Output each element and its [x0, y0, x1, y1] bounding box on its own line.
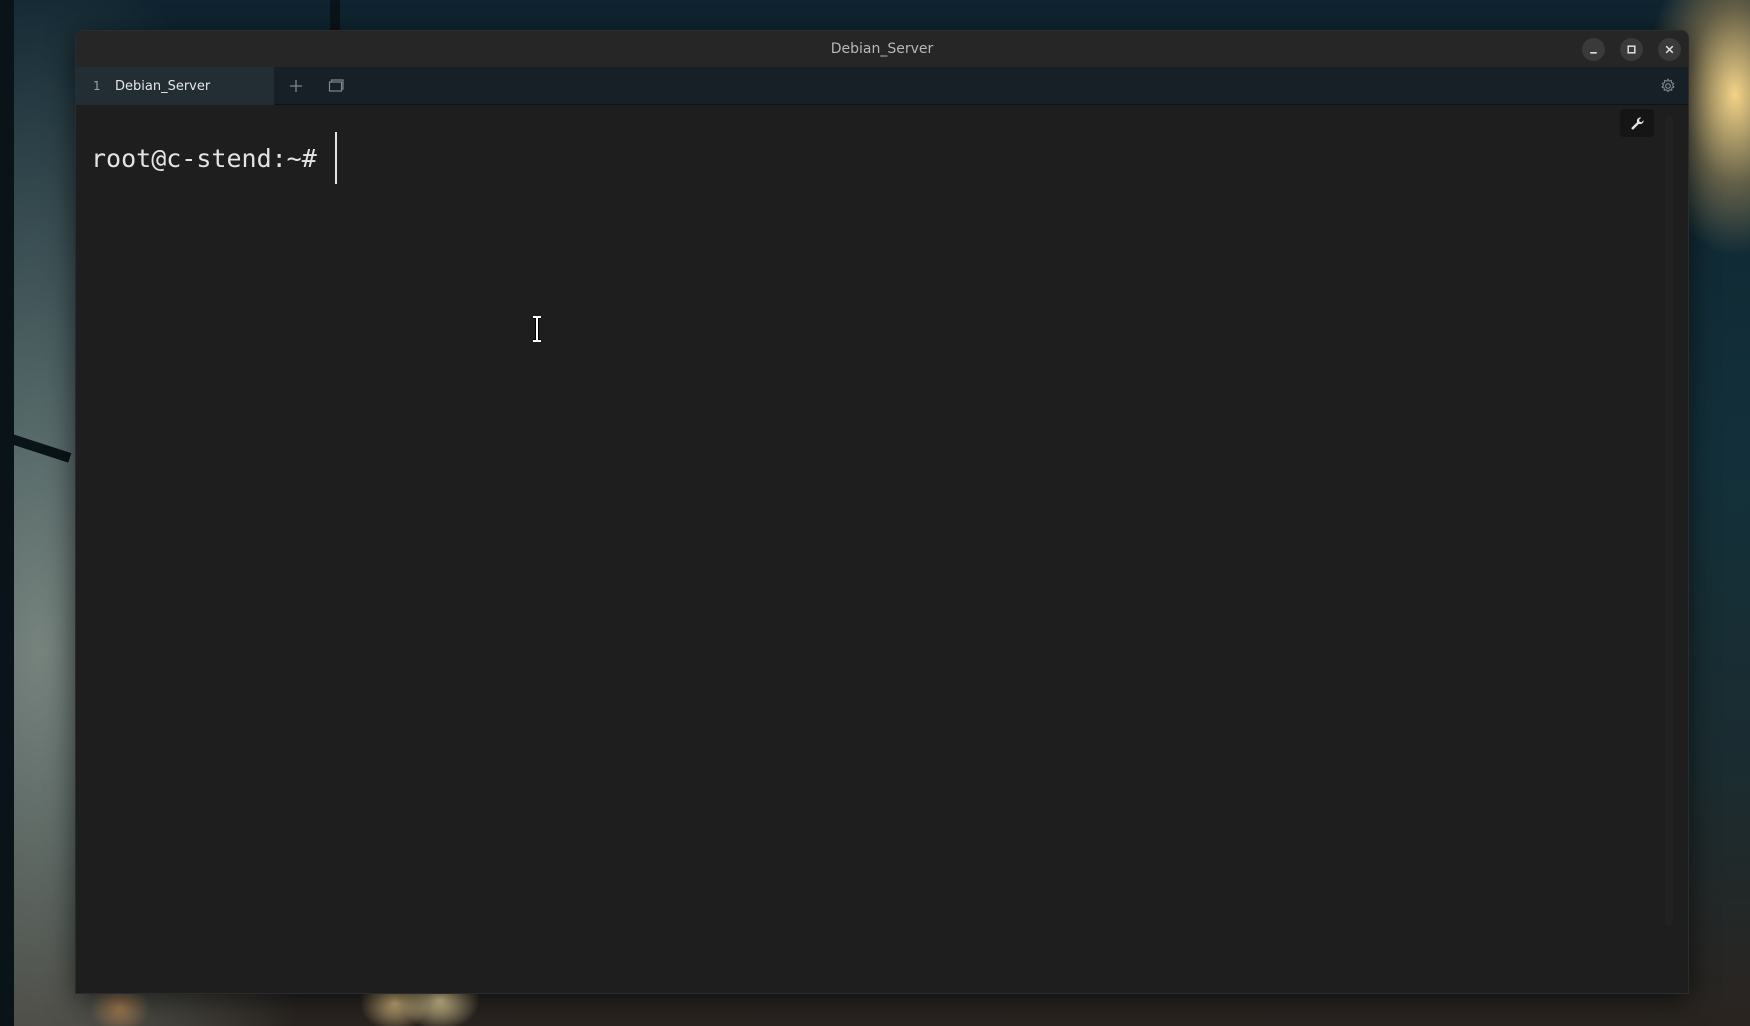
settings-button[interactable] [1658, 76, 1678, 96]
maximize-icon [1627, 45, 1636, 54]
tab-overview-button[interactable] [326, 76, 346, 96]
desktop-background-beam-top [330, 0, 340, 30]
shell-prompt: root@c-stend:~# [91, 143, 332, 173]
window-title: Debian_Server [830, 41, 934, 57]
minimize-button[interactable] [1582, 38, 1605, 61]
close-button[interactable] [1658, 38, 1681, 61]
tab-bar: 1 Debian_Server [76, 67, 1688, 105]
text-cursor [334, 132, 337, 184]
desktop-background-beam-left [0, 0, 14, 1026]
maximize-button[interactable] [1620, 38, 1643, 61]
gear-icon [1661, 78, 1675, 93]
tab-debian-server[interactable]: 1 Debian_Server [76, 67, 274, 105]
plus-icon [290, 80, 302, 92]
prompt-line: root@c-stend:~# [91, 132, 337, 184]
terminal-area[interactable]: root@c-stend:~# [76, 106, 1688, 993]
mouse-ibeam-cursor-icon [533, 316, 541, 342]
tab-overview-icon [328, 79, 344, 92]
new-tab-button[interactable] [286, 76, 306, 96]
minimize-icon [1590, 52, 1597, 54]
title-bar[interactable]: Debian_Server [76, 31, 1688, 67]
terminal-window: Debian_Server 1 Debian_Server root@c-ste… [75, 30, 1689, 994]
wrench-icon [1630, 116, 1644, 130]
terminal-profile-button[interactable] [1620, 109, 1654, 137]
terminal-scrollbar[interactable] [1665, 116, 1673, 926]
close-icon [1665, 45, 1674, 54]
tab-number: 1 [93, 79, 101, 93]
tab-label: Debian_Server [115, 78, 211, 94]
